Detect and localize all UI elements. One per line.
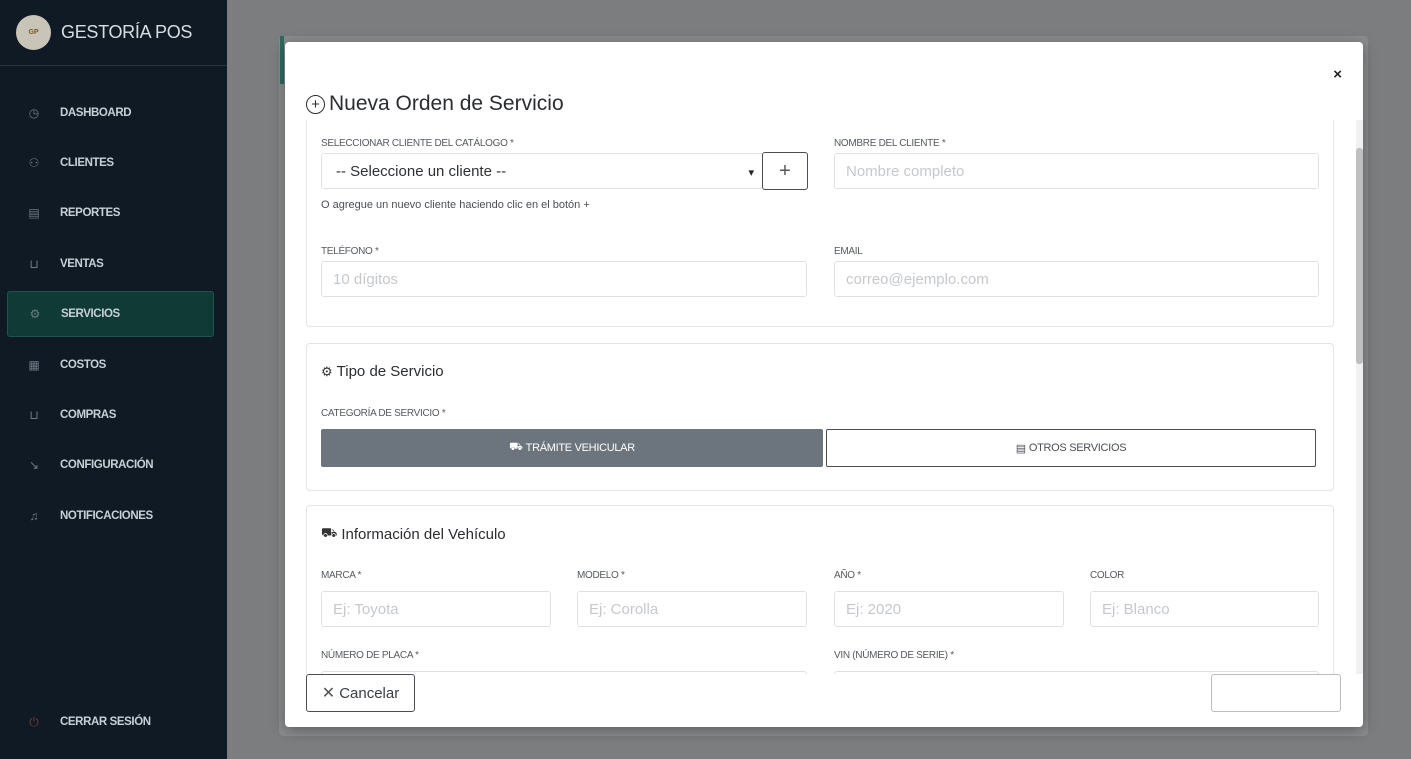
model-label: MODELO * (577, 570, 625, 581)
brand-input[interactable]: Ej: Toyota (321, 591, 551, 627)
save-button[interactable] (1211, 674, 1341, 712)
cart-icon: ⊔ (29, 408, 39, 422)
service-type-title: ⚙ Tipo de Servicio (321, 363, 444, 380)
modal-scroll-thumb[interactable] (1356, 148, 1363, 364)
vehicle-title-text: Información del Vehículo (341, 525, 506, 543)
catalog-label: SELECCIONAR CLIENTE DEL CATÁLOGO * (321, 138, 514, 149)
logout-label: CERRAR SESIÓN (60, 716, 151, 728)
vehicular-option-label: TRÁMITE VEHICULAR (525, 442, 636, 454)
phone-label: TELÉFONO * (321, 246, 379, 257)
sidebar: GP GESTORÍA POS ◷ DASHBOARD ⚇ CLIENTES ▤ REPO… (0, 0, 227, 759)
gear-icon: ⚙ (321, 363, 333, 379)
vehicle-title: ⛟ Información del Vehículo (321, 525, 506, 543)
sidebar-item-label: CONFIGURACIÓN (60, 459, 154, 471)
vin-label: VIN (NÚMERO DE SERIE) * (834, 650, 954, 661)
brand-label: MARCA * (321, 570, 362, 581)
cart-icon: ⊔ (29, 257, 39, 271)
users-icon: ⚇ (28, 156, 40, 170)
email-input[interactable]: correo@ejemplo.com (834, 261, 1319, 297)
sidebar-item-dashboard[interactable]: ◷ DASHBOARD (7, 90, 214, 136)
sidebar-item-label: VENTAS (60, 258, 104, 270)
power-icon: ⏻ (29, 714, 39, 729)
client-name-input[interactable]: Nombre completo (834, 153, 1319, 189)
brand-title: GESTORÍA POS (61, 22, 193, 42)
sidebar-item-label: COMPRAS (60, 409, 116, 421)
close-button[interactable]: × (1333, 66, 1342, 83)
sidebar-item-servicios[interactable]: ⚙ SERVICIOS (7, 291, 214, 337)
sidebar-item-label: SERVICIOS (61, 308, 120, 320)
service-type-title-text: Tipo de Servicio (336, 363, 444, 380)
brand-logo: GP (16, 15, 51, 50)
vehicular-option-button[interactable]: ⛟ TRÁMITE VEHICULAR (321, 429, 823, 467)
color-input[interactable]: Ej: Blanco (1090, 591, 1319, 627)
client-name-label: NOMBRE DEL CLIENTE * (834, 138, 946, 149)
sidebar-item-reportes[interactable]: ▤ REPORTES (7, 190, 214, 236)
document-icon: ▤ (1015, 442, 1026, 455)
plate-label: NÚMERO DE PLACA * (321, 650, 419, 661)
car-icon: ⛟ (321, 525, 338, 540)
cancel-label: Cancelar (339, 684, 400, 702)
email-label: EMAIL (834, 246, 863, 257)
wrench-icon: ↘ (28, 458, 40, 472)
close-icon: ✕ (321, 685, 336, 702)
sidebar-item-costos[interactable]: ▦ COSTOS (7, 342, 214, 388)
year-input[interactable]: Ej: 2020 (834, 591, 1064, 627)
sidebar-item-clientes[interactable]: ⚇ CLIENTES (7, 140, 214, 186)
sidebar-item-compras[interactable]: ⊔ COMPRAS (7, 392, 214, 438)
client-select[interactable]: -- Seleccione un cliente -- ▾ (321, 153, 763, 189)
calculator-icon: ▦ (28, 358, 40, 372)
phone-input[interactable]: 10 dígitos (321, 261, 807, 297)
category-label: CATEGORÍA DE SERVICIO * (321, 408, 446, 419)
vehicle-section: ⛟ Información del Vehículo MARCA * Ej: T… (306, 505, 1334, 676)
dashboard-icon: ◷ (28, 106, 40, 120)
modal-footer: ✕ Cancelar (285, 674, 1363, 727)
modal-title-text: Nueva Orden de Servicio (329, 92, 564, 115)
logout-button[interactable]: ⏻ CERRAR SESIÓN (7, 700, 214, 744)
sidebar-item-label: CLIENTES (60, 157, 114, 169)
cancel-button[interactable]: ✕ Cancelar (306, 674, 415, 712)
sidebar-item-label: DASHBOARD (60, 107, 132, 119)
new-service-order-modal: × + Nueva Orden de Servicio SELECCIONAR … (285, 42, 1363, 727)
color-label: COLOR (1090, 570, 1125, 581)
sidebar-item-notificaciones[interactable]: ♫ NOTIFICACIONES (7, 493, 214, 539)
brand: GP GESTORÍA POS (0, 0, 227, 66)
sidebar-item-configuracion[interactable]: ↘ CONFIGURACIÓN (7, 442, 214, 488)
model-input[interactable]: Ej: Corolla (577, 591, 807, 627)
car-icon: ⛟ (509, 441, 523, 453)
client-select-value: -- Seleccione un cliente -- (336, 162, 507, 180)
client-section: SELECCIONAR CLIENTE DEL CATÁLOGO * -- Se… (306, 120, 1334, 327)
sidebar-item-label: NOTIFICACIONES (60, 510, 153, 522)
plus-circle-icon: + (306, 94, 325, 114)
chevron-down-icon: ▾ (748, 167, 754, 179)
sidebar-item-ventas[interactable]: ⊔ VENTAS (7, 241, 214, 287)
gear-icon: ⚙ (29, 307, 41, 321)
sidebar-item-label: REPORTES (60, 207, 121, 219)
client-hint: O agregue un nuevo cliente haciendo clic… (321, 199, 590, 211)
year-label: AÑO * (834, 570, 861, 581)
bell-icon: ♫ (29, 509, 39, 523)
document-icon: ▤ (28, 206, 40, 220)
service-type-section: ⚙ Tipo de Servicio CATEGORÍA DE SERVICIO… (306, 343, 1334, 491)
background-accent (280, 36, 284, 84)
sidebar-item-label: COSTOS (60, 359, 106, 371)
other-services-option-button[interactable]: ▤ OTROS SERVICIOS (826, 429, 1316, 467)
other-services-option-label: OTROS SERVICIOS (1028, 442, 1127, 454)
add-client-button[interactable]: + (762, 152, 808, 190)
modal-body[interactable]: SELECCIONAR CLIENTE DEL CATÁLOGO * -- Se… (285, 120, 1363, 676)
modal-title: + Nueva Orden de Servicio (306, 92, 564, 116)
